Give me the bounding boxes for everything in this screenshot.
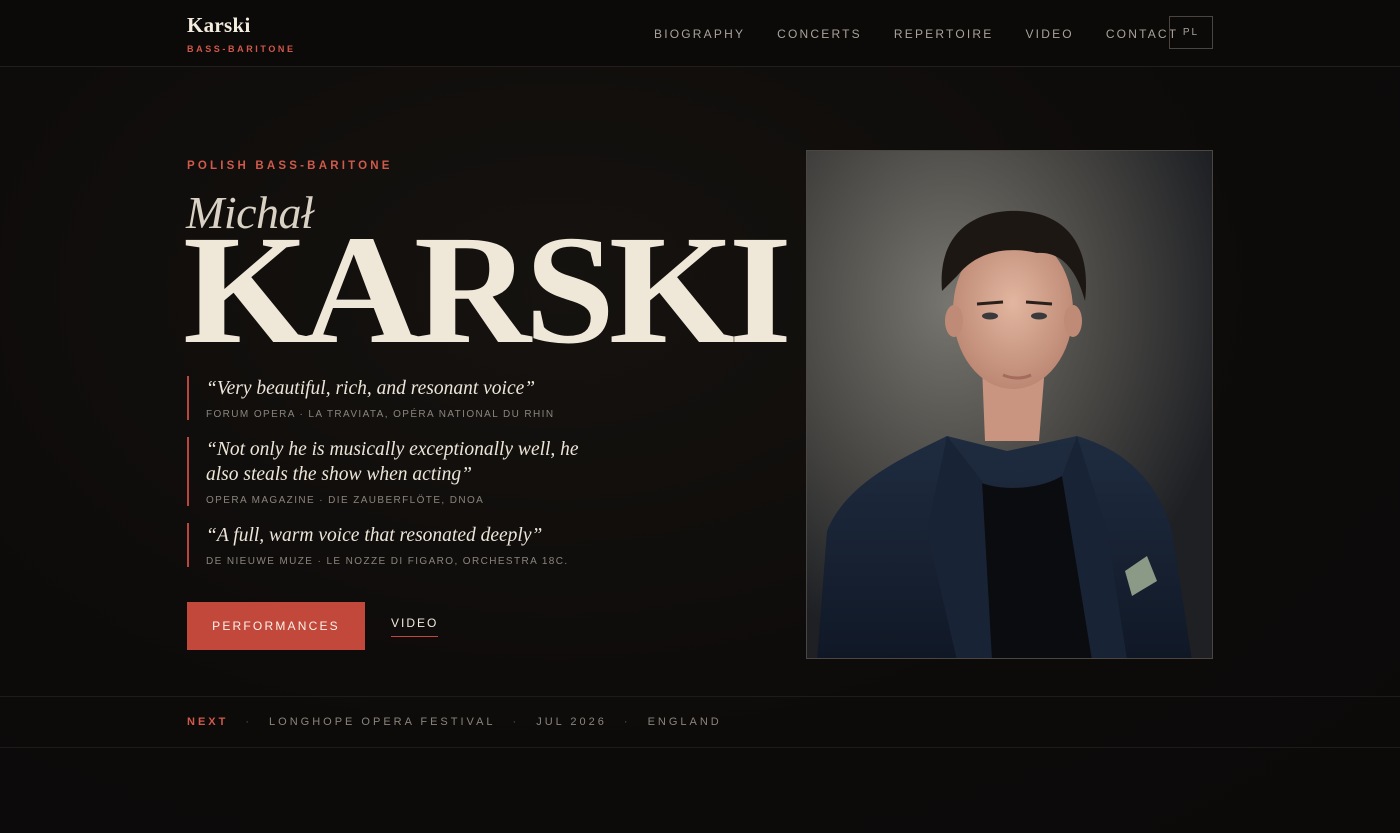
brand-subtitle: BASS-BARITONE: [187, 44, 296, 54]
press-quote: “Not only he is musically exceptionally …: [187, 437, 607, 506]
nav-biography[interactable]: BIOGRAPHY: [654, 27, 745, 41]
press-quote: “A full, warm voice that resonated deepl…: [187, 523, 607, 567]
video-link[interactable]: VIDEO: [391, 616, 439, 637]
next-event[interactable]: NEXT · LONGHOPE OPERA FESTIVAL · JUL 202…: [187, 716, 722, 728]
quote-source: DE NIEUWE MUZE · LE NOZZE DI FIGARO, ORC…: [206, 556, 569, 567]
nav-contact[interactable]: CONTACT: [1106, 27, 1179, 41]
brand-name: Karski: [187, 13, 251, 37]
next-event-bar: NEXT · LONGHOPE OPERA FESTIVAL · JUL 202…: [0, 696, 1400, 748]
quote-text: “Very beautiful, rich, and resonant voic…: [206, 378, 536, 399]
quote-text: “A full, warm voice that resonated deepl…: [206, 525, 543, 546]
nav-video[interactable]: VIDEO: [1025, 27, 1073, 41]
separator-dot: ·: [245, 716, 253, 728]
separator-dot: ·: [512, 716, 520, 728]
site-header: Karski BASS-BARITONE BIOGRAPHY CONCERTS …: [0, 0, 1400, 67]
nav-concerts[interactable]: CONCERTS: [777, 27, 862, 41]
page: Karski BASS-BARITONE BIOGRAPHY CONCERTS …: [0, 0, 1400, 833]
separator-dot: ·: [623, 716, 631, 728]
press-quote: “Very beautiful, rich, and resonant voic…: [187, 376, 607, 420]
quote-source: FORUM OPERA · LA TRAVIATA, OPÉRA NATIONA…: [206, 409, 555, 420]
performances-button[interactable]: PERFORMANCES: [187, 602, 365, 650]
brand-logo[interactable]: Karski BASS-BARITONE: [187, 13, 296, 54]
next-label: NEXT: [187, 716, 229, 728]
next-event-date: JUL 2026: [536, 716, 607, 728]
quote-source: OPERA MAGAZINE · DIE ZAUBERFLÖTE, DNOA: [206, 495, 485, 506]
language-switch-button[interactable]: PL: [1169, 16, 1213, 49]
main-nav: BIOGRAPHY CONCERTS REPERTOIRE VIDEO CONT…: [654, 27, 1210, 41]
nav-repertoire[interactable]: REPERTOIRE: [894, 27, 994, 41]
hero-eyebrow: POLISH BASS-BARITONE: [187, 160, 393, 172]
hero-last-name: KARSKI: [183, 203, 792, 376]
portrait-photo: [806, 150, 1213, 659]
press-quotes: “Very beautiful, rich, and resonant voic…: [187, 376, 607, 584]
quote-text: “Not only he is musically exceptionally …: [206, 439, 579, 485]
next-event-name: LONGHOPE OPERA FESTIVAL: [269, 716, 496, 728]
next-event-location: ENGLAND: [647, 716, 722, 728]
portrait-illustration: [807, 151, 1212, 658]
